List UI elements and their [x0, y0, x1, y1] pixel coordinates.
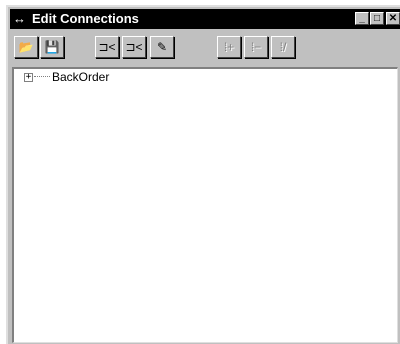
save-icon: 💾 [44, 40, 60, 54]
title-bar[interactable]: ↔ Edit Connections _ □ ✕ [10, 9, 400, 29]
window-title: Edit Connections [32, 11, 139, 26]
maximize-button[interactable]: □ [370, 12, 384, 25]
open-button[interactable]: 📂 [14, 36, 38, 58]
close-button[interactable]: ✕ [386, 12, 400, 25]
expand-icon[interactable]: + [24, 72, 33, 82]
open-folder-icon: 📂 [18, 40, 34, 54]
edit-connection-button[interactable]: ✎ [150, 36, 174, 58]
edit-item-icon: ⁞/ [279, 40, 287, 54]
minimize-button[interactable]: _ [355, 12, 369, 25]
edit-connection-icon: ✎ [156, 40, 168, 54]
tree-node-label[interactable]: BackOrder [52, 70, 109, 84]
connections-tree[interactable]: + BackOrder [12, 67, 398, 343]
tree-node-backorder[interactable]: + BackOrder [24, 70, 109, 84]
connect-icon: ⊐< [98, 40, 116, 54]
connect-button[interactable]: ⊐< [95, 36, 119, 58]
remove-item-icon: ⁞− [250, 40, 262, 54]
tree-connector-line [34, 76, 50, 78]
add-item-button[interactable]: ⁞+ [217, 36, 241, 58]
disconnect-button[interactable]: ⊐< [122, 36, 146, 58]
add-item-icon: ⁞+ [223, 40, 235, 54]
connections-icon: ↔ [13, 11, 26, 26]
toolbar: 📂 💾 ⊐< ⊐< ✎ ⁞+ ⁞− ⁞/ [10, 31, 400, 65]
edit-item-button[interactable]: ⁞/ [271, 36, 295, 58]
edit-connections-window: ↔ Edit Connections _ □ ✕ 📂 💾 ⊐< ⊐< ✎ ⁞+ … [6, 5, 400, 344]
remove-item-button[interactable]: ⁞− [244, 36, 268, 58]
save-button[interactable]: 💾 [40, 36, 64, 58]
disconnect-icon: ⊐< [125, 40, 143, 54]
